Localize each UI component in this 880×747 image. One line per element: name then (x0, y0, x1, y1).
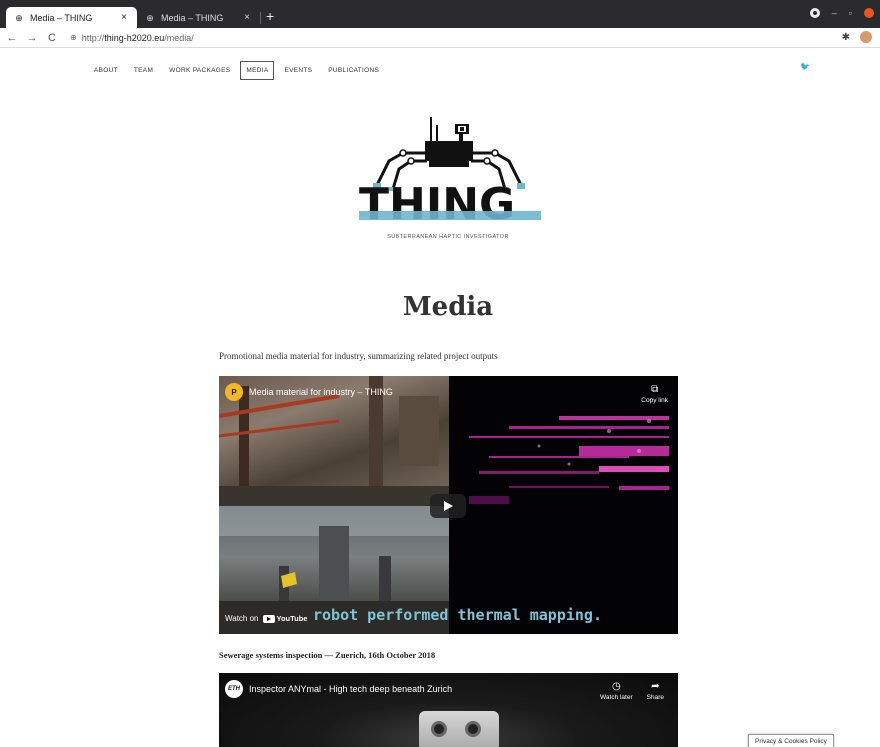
tab-close-icon[interactable]: × (242, 12, 252, 23)
browser-tab-bar: ⊕ Media – THING × ⊕ Media – THING × + – … (0, 0, 880, 28)
video-frame-pointcloud (449, 376, 678, 634)
avatar[interactable] (860, 31, 872, 43)
window-close-icon[interactable] (864, 8, 874, 18)
youtube-play-icon (262, 614, 275, 623)
video-title[interactable]: Inspector ANYmal - High tech deep beneat… (249, 684, 452, 694)
tagline: SUBTERRANEAN HAPTIC INVESTIGATOR (387, 234, 509, 240)
play-button[interactable] (430, 494, 466, 518)
maximize-icon[interactable]: ▫ (849, 8, 852, 18)
watch-later-button[interactable]: ◷ Watch later (600, 681, 633, 701)
channel-avatar[interactable]: ETH (225, 680, 243, 698)
window-controls: – ▫ (809, 8, 874, 18)
tab-title: Media – THING (161, 12, 224, 23)
video-title[interactable]: Media material for industry – THING (249, 387, 393, 397)
watch-on-label: Watch on (225, 614, 259, 623)
copy-link-label: Copy link (641, 397, 668, 404)
record-icon[interactable] (809, 8, 820, 18)
robot-camera-left (431, 721, 447, 737)
site-info-icon[interactable]: ⊕ (70, 33, 77, 42)
browser-tab-active[interactable]: ⊕ Media – THING × (6, 7, 137, 28)
reload-icon[interactable]: C (44, 32, 60, 44)
url-prefix: http:// (81, 32, 105, 43)
url-field[interactable]: ⊕ http://thing-h2020.eu/media/ (70, 33, 194, 43)
puzzle-icon[interactable]: ✱ (842, 32, 850, 43)
youtube-logo: YouTube (262, 614, 307, 623)
video-actions: ◷ Watch later ➦ Share (600, 681, 664, 701)
copy-icon: ⧉ (651, 384, 659, 395)
watch-on-youtube[interactable]: Watch on YouTube (225, 614, 307, 623)
tab-title: Media – THING (30, 12, 93, 23)
extension-area: ✱ (842, 31, 872, 43)
video-player-2[interactable]: ETH Inspector ANYmal - High tech deep be… (219, 673, 678, 747)
nav-item-publications[interactable]: Publications (322, 61, 385, 80)
watch-later-label: Watch later (600, 694, 633, 701)
nav-item-about[interactable]: About (88, 61, 124, 80)
video-frame-robot (419, 711, 499, 747)
channel-avatar[interactable]: P (225, 383, 243, 401)
new-tab-button[interactable]: + (266, 9, 274, 23)
nav-item-work-packages[interactable]: Work Packages (163, 61, 236, 80)
clock-icon: ◷ (611, 681, 621, 692)
video-player-1[interactable]: P Media material for industry – THING ⧉ … (219, 376, 678, 634)
tab-separator (260, 12, 261, 24)
url-host: thing-h2020.eu (104, 32, 165, 43)
url-path: /media/ (164, 32, 194, 43)
page-title: Media (402, 292, 494, 322)
video-subtitle: robot performed thermal mapping. (313, 606, 602, 624)
nav-item-team[interactable]: Team (128, 61, 159, 80)
nav-item-events[interactable]: Events (278, 61, 318, 80)
share-icon: ➦ (651, 681, 660, 692)
nav-item-media[interactable]: Media (240, 61, 275, 80)
minimize-icon[interactable]: – (832, 8, 837, 18)
globe-icon: ⊕ (15, 12, 23, 23)
back-arrow-icon[interactable]: ← (4, 32, 20, 44)
forward-arrow-icon[interactable]: → (24, 32, 40, 44)
thing-logo[interactable]: THING (355, 115, 545, 225)
robot-camera-right (465, 721, 481, 737)
site-nav: About Team Work Packages Media Events Pu… (88, 61, 385, 80)
twitter-icon[interactable]: 🐦 (800, 62, 810, 71)
browser-tab-inactive[interactable]: ⊕ Media – THING × (137, 7, 260, 28)
share-label: Share (646, 694, 664, 701)
address-bar: ← → C ⊕ http://thing-h2020.eu/media/ ✱ (0, 28, 880, 48)
share-button[interactable]: ➦ Share (647, 681, 664, 701)
section-caption: Sewerage systems inspection — Zuerich, 1… (219, 650, 436, 660)
copy-link-button[interactable]: ⧉ Copy link (641, 384, 668, 404)
tab-close-icon[interactable]: × (119, 12, 129, 23)
cookie-policy-button[interactable]: Privacy & Cookies Policy (748, 734, 834, 747)
intro-text: Promotional media material for industry,… (219, 351, 498, 361)
globe-icon: ⊕ (146, 12, 154, 23)
